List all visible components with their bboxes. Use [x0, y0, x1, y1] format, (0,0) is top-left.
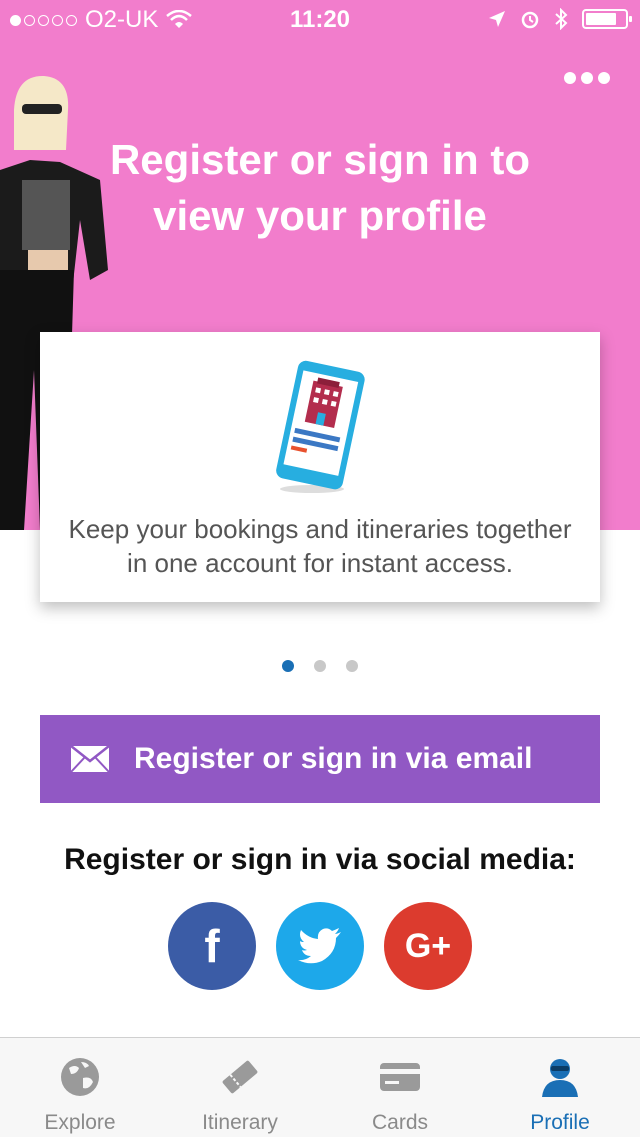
status-bar: O2-UK 11:20: [0, 0, 640, 40]
more-options-icon[interactable]: [564, 72, 610, 84]
card-icon: [378, 1055, 422, 1099]
tab-label-explore: Explore: [44, 1111, 116, 1134]
mail-icon: [70, 745, 110, 773]
tab-label-itinerary: Itinerary: [202, 1111, 278, 1134]
facebook-icon: f: [204, 920, 220, 972]
ticket-icon: [218, 1055, 262, 1099]
globe-icon: [58, 1055, 102, 1099]
tab-profile[interactable]: Profile: [480, 1038, 640, 1137]
page-dot-1[interactable]: [282, 660, 294, 672]
tab-itinerary[interactable]: Itinerary: [160, 1038, 320, 1137]
twitter-button[interactable]: [276, 902, 364, 990]
page-dot-2[interactable]: [314, 660, 326, 672]
feature-card[interactable]: Keep your bookings and itineraries toget…: [40, 332, 600, 602]
social-heading: Register or sign in via social media:: [64, 843, 576, 876]
twitter-icon: [298, 928, 341, 964]
social-buttons: f G+: [0, 902, 640, 990]
tab-explore[interactable]: Explore: [0, 1038, 160, 1137]
page-indicator[interactable]: [0, 660, 640, 672]
title-line-1: Register or sign in to: [109, 136, 531, 183]
tab-label-profile: Profile: [530, 1111, 590, 1134]
page-dot-3[interactable]: [346, 660, 358, 672]
facebook-button[interactable]: f: [168, 902, 256, 990]
google-plus-icon: G+: [404, 926, 452, 965]
location-icon: [489, 11, 505, 27]
tab-bar: Explore Itinerary Cards Profile: [0, 1037, 640, 1137]
person-icon: [538, 1055, 582, 1099]
email-signin-button[interactable]: Register or sign in via email: [40, 715, 600, 803]
battery-icon: [582, 9, 632, 29]
tab-cards[interactable]: Cards: [320, 1038, 480, 1137]
google-plus-button[interactable]: G+: [384, 902, 472, 990]
phone-hotel-illustration: [276, 360, 365, 493]
email-signin-label: Register or sign in via email: [134, 742, 533, 775]
bluetooth-icon: [555, 8, 568, 30]
tab-label-cards: Cards: [371, 1111, 429, 1134]
page-title: Register or sign in to view your profile: [0, 132, 640, 244]
title-line-2: view your profile: [153, 192, 487, 239]
status-right: [488, 8, 632, 30]
alarm-icon: [521, 11, 539, 29]
card-description: Keep your bookings and itineraries toget…: [68, 514, 572, 578]
